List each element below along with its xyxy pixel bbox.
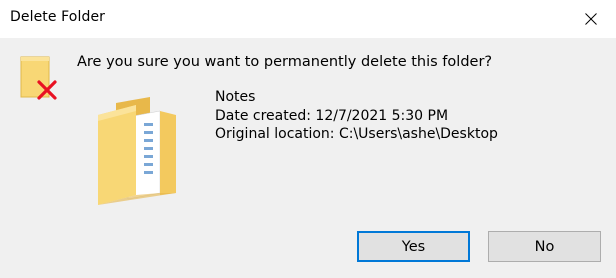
delete-folder-dialog: Delete Folder Are you sure you want to p… xyxy=(0,0,616,278)
folder-icon xyxy=(96,97,178,205)
no-button[interactable]: No xyxy=(488,231,601,262)
close-button[interactable] xyxy=(574,4,608,34)
folder-name: Notes xyxy=(215,89,256,105)
delete-folder-warning-icon xyxy=(19,55,61,103)
window-title: Delete Folder xyxy=(10,9,106,25)
confirmation-question: Are you sure you want to permanently del… xyxy=(77,54,493,70)
original-location: Original location: C:\Users\ashe\Desktop xyxy=(215,126,498,142)
date-created: Date created: 12/7/2021 5:30 PM xyxy=(215,107,449,124)
folder-info: Notes Date created: 12/7/2021 5:30 PM Or… xyxy=(215,88,498,144)
title-bar[interactable]: Delete Folder xyxy=(0,0,616,38)
yes-button[interactable]: Yes xyxy=(357,231,470,262)
close-x-icon xyxy=(585,13,597,25)
